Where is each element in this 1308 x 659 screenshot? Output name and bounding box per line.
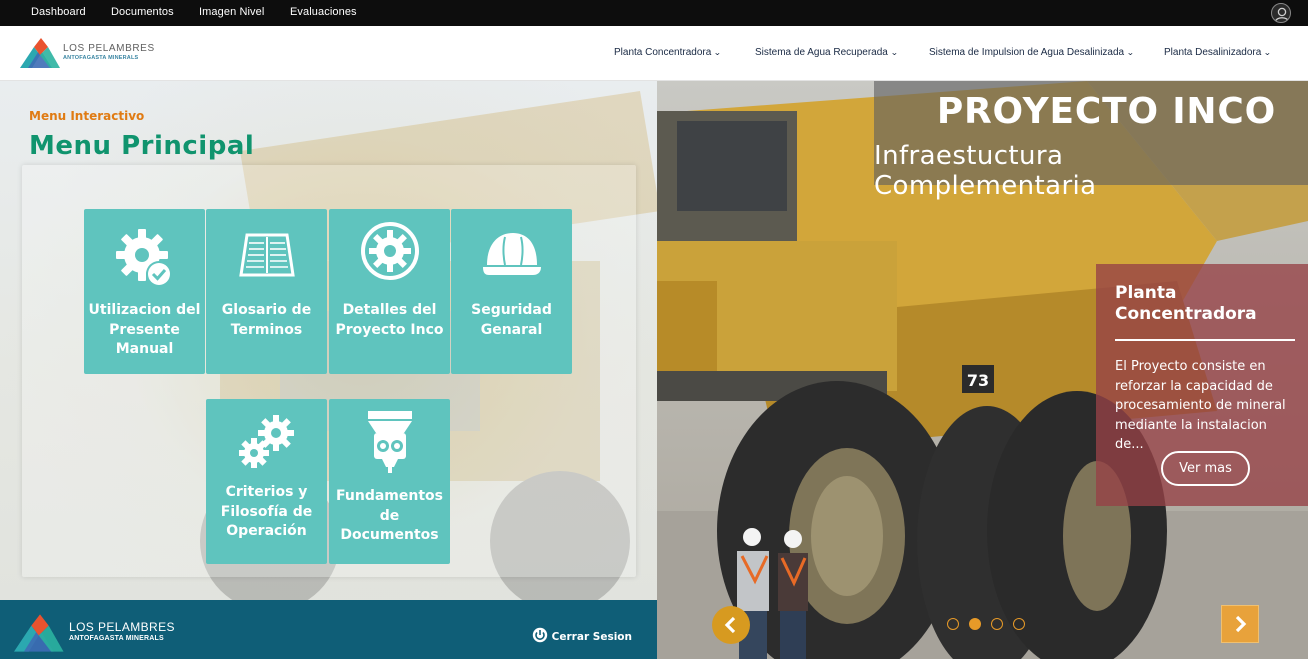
carousel-dot-2[interactable] [969,618,981,630]
carousel-indicators [947,618,1025,630]
tile-glosario[interactable]: Glosario de Terminos [206,209,327,374]
site-header: LOS PELAMBRES ANTOFAGASTA MINERALS Plant… [0,26,1308,81]
carousel-prev-button[interactable] [712,606,750,644]
truck-number: 73 [967,371,989,390]
user-avatar-icon[interactable] [1271,3,1291,23]
footer-bar: LOS PELAMBRES ANTOFAGASTA MINERALS Cerra… [0,600,657,659]
tile-label: Utilizacion del Presente Manual [88,302,201,357]
chevron-down-icon: ⌄ [1126,48,1135,57]
top-navbar: Dashboard Documentos Imagen Nivel Evalua… [0,0,1308,26]
nav-sistema-impulsion-agua[interactable]: Sistema de Impulsion de Agua Desalinizad… [929,47,1134,58]
nav-planta-desalinizadora[interactable]: Planta Desalinizadora ⌄ [1164,47,1272,58]
tile-label: Criterios y Filosofía de Operación [220,484,313,539]
tile-label: Glosario de Terminos [221,302,312,338]
gear-check-icon [115,209,174,289]
tile-fundamentos-documentos[interactable]: Fundamentos de Documentos [329,399,450,564]
tile-label: Detalles del Proyecto Inco [335,302,444,338]
brand-logo-icon[interactable] [20,37,62,73]
nav-dashboard[interactable]: Dashboard [31,6,86,18]
brand-logo-text: LOS PELAMBRES ANTOFAGASTA MINERALS [63,43,155,61]
ver-mas-button[interactable]: Ver mas [1161,451,1250,486]
slide-title: Planta Concentradora [1115,283,1257,324]
divider [1115,339,1295,341]
tile-criterios-filosofia[interactable]: Criterios y Filosofía de Operación [206,399,327,564]
footer-logo-icon [14,613,66,657]
nav-documentos[interactable]: Documentos [111,6,174,18]
carousel-dot-4[interactable] [1013,618,1025,630]
tile-seguridad[interactable]: Seguridad Genaral [451,209,572,374]
menu-panel: Menu Interactivo Menu Principal Utilizac… [0,81,657,659]
slide-description: El Proyecto consiste en reforzar la capa… [1115,359,1286,452]
open-book-icon [238,209,295,279]
carousel-next-button[interactable] [1221,605,1259,643]
nav-imagen-nivel[interactable]: Imagen Nivel [199,6,264,18]
hero-subtitle: Infraestuctura Complementaria [874,141,1097,201]
hero-carousel: 73 PROYECTO INCO Infraestuctura Compleme… [657,81,1308,659]
tile-label: Seguridad Genaral [471,302,552,338]
gears-icon [238,399,296,469]
hero-banner: PROYECTO INCO Infraestuctura Complementa… [874,81,1308,201]
logout-button[interactable]: Cerrar Sesion [532,627,632,646]
nav-planta-concentradora[interactable]: Planta Concentradora ⌄ [614,47,722,58]
carousel-dot-1[interactable] [947,618,959,630]
chevron-right-icon [1235,615,1247,633]
tile-detalles-proyecto[interactable]: Detalles del Proyecto Inco [329,209,450,374]
gear-circle-icon [360,209,420,281]
chevron-down-icon: ⌄ [890,48,899,57]
power-icon [532,627,548,646]
nav-evaluaciones[interactable]: Evaluaciones [290,6,357,18]
hero-title: PROYECTO INCO [936,91,1276,132]
chevron-left-icon [724,616,736,634]
carousel-dot-3[interactable] [991,618,1003,630]
chevron-down-icon: ⌄ [713,48,722,57]
chevron-down-icon: ⌄ [1263,48,1272,57]
logout-label: Cerrar Sesion [551,630,632,643]
tile-label: Fundamentos de Documentos [336,488,443,543]
menu-title: Menu Principal [29,131,255,161]
hard-hat-icon [481,209,543,275]
menu-subtitle: Menu Interactivo [29,109,145,123]
funnel-gears-icon [364,399,416,473]
tile-utilizacion-manual[interactable]: Utilizacion del Presente Manual [84,209,205,374]
slide-info-box: Planta Concentradora El Proyecto consist… [1096,264,1308,506]
footer-logo-text: LOS PELAMBRES ANTOFAGASTA MINERALS [69,620,175,642]
nav-sistema-agua-recuperada[interactable]: Sistema de Agua Recuperada ⌄ [755,47,898,58]
